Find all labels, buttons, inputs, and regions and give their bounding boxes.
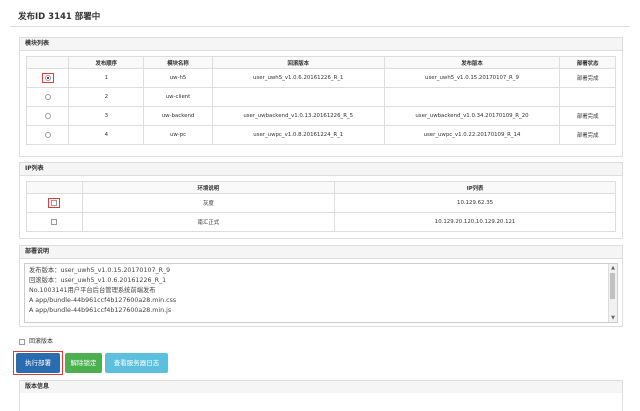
deploy-notes-panel: 部署说明 发布版本：user_uwh5_v1.0.15.20170107_R_9… xyxy=(19,245,623,327)
ip-addresses: 10.129.62.35 xyxy=(334,193,616,213)
module-rollback: user_uwh5_v1.0.6.20161226_R_1 xyxy=(211,68,385,88)
deploy-notes-heading: 部署说明 xyxy=(20,246,622,259)
module-col-rollback: 回滚版本 xyxy=(211,56,385,69)
module-col-name: 模块名称 xyxy=(143,56,213,69)
ip-col-env: 环境说明 xyxy=(81,181,336,194)
title-divider xyxy=(10,26,630,27)
module-rollback xyxy=(211,87,385,107)
ip-table-header: 环境说明 IP列表 xyxy=(26,181,616,194)
ip-env: 灰度 xyxy=(81,193,336,213)
ip-list-panel: IP列表 环境说明 IP列表 灰度 10.129.62.35 南汇正式 10.1… xyxy=(19,162,623,239)
module-radio[interactable] xyxy=(44,75,51,81)
module-radio[interactable] xyxy=(44,93,51,100)
selection-highlight xyxy=(48,198,61,208)
module-order: 2 xyxy=(68,87,145,107)
module-list-heading: 模块列表 xyxy=(20,38,622,51)
rollback-option[interactable]: 回滚版本 xyxy=(19,336,53,345)
ip-addresses: 10.129.20.120,10.129.20.121 xyxy=(334,212,616,232)
scroll-up-icon[interactable]: ▲ xyxy=(610,265,616,271)
module-radio[interactable] xyxy=(44,131,51,138)
scroll-thumb[interactable] xyxy=(610,273,615,299)
notes-line: 回滚版本：user_uwh5_v1.0.6.20161226_R_1 xyxy=(29,277,167,284)
table-row: 南汇正式 10.129.20.120,10.129.20.121 xyxy=(26,212,616,232)
module-col-status: 部署状态 xyxy=(559,56,616,69)
module-radio[interactable] xyxy=(44,112,51,119)
module-name: uw-pc xyxy=(143,125,213,145)
ip-env: 南汇正式 xyxy=(81,212,336,232)
module-table-header: 发布顺序 模块名称 回滚版本 发布版本 部署状态 xyxy=(25,56,616,69)
ip-checkbox[interactable] xyxy=(51,200,58,206)
view-server-log-button[interactable]: 查看服务器日志 xyxy=(105,353,168,373)
module-release xyxy=(383,87,561,107)
selection-highlight xyxy=(41,73,54,83)
module-status xyxy=(559,87,616,107)
rollback-checkbox[interactable] xyxy=(19,338,25,345)
module-order: 1 xyxy=(68,68,145,88)
module-rollback: user_uwpc_v1.0.8.20161224_R_1 xyxy=(211,125,385,145)
unlock-button[interactable]: 解除锁定 xyxy=(65,353,102,373)
table-row: 灰度 10.129.62.35 xyxy=(26,193,616,213)
deploy-notes-textarea[interactable]: 发布版本：user_uwh5_v1.0.15.20170107_R_9 回滚版本… xyxy=(24,263,618,323)
module-status: 部署完成 xyxy=(559,125,616,145)
module-table: 发布顺序 模块名称 回滚版本 发布版本 部署状态 1 uw-h5 user_uw… xyxy=(25,56,616,145)
table-row: 1 uw-h5 user_uwh5_v1.0.6.20161226_R_1 us… xyxy=(25,68,616,88)
module-name: uw-client xyxy=(143,87,213,107)
module-col-select xyxy=(25,56,70,69)
ip-col-ips: IP列表 xyxy=(334,181,616,194)
table-row: 2 uw-client xyxy=(25,87,616,107)
module-order: 3 xyxy=(68,106,145,126)
notes-line: A app/bundle-44b961ccf4b127600a28.min.js xyxy=(29,307,172,314)
execute-deploy-button[interactable]: 执行部署 xyxy=(16,353,60,373)
version-info-heading: 版本信息 xyxy=(20,381,622,393)
module-col-release: 发布版本 xyxy=(383,56,561,69)
module-col-order: 发布顺序 xyxy=(68,56,145,69)
module-release: user_uwh5_v1.0.15.20170107_R_9 xyxy=(383,68,561,88)
notes-line: A app/bundle-44b961ccf4b127600a28.min.cs… xyxy=(29,297,177,304)
module-name: uw-backend xyxy=(143,106,213,126)
ip-col-select xyxy=(26,181,83,194)
module-release: user_uwbackend_v1.0.34.20170109_R_20 xyxy=(383,106,561,126)
module-order: 4 xyxy=(68,125,145,145)
table-row: 3 uw-backend user_uwbackend_v1.0.13.2016… xyxy=(25,106,616,126)
notes-line: No.1003141用户平台后台管理系统前端发布 xyxy=(29,287,156,294)
module-status: 部署完成 xyxy=(559,106,616,126)
module-name: uw-h5 xyxy=(143,68,213,88)
table-row: 4 uw-pc user_uwpc_v1.0.8.20161224_R_1 us… xyxy=(25,125,616,145)
notes-scrollbar[interactable]: ▲ ▼ xyxy=(608,264,617,322)
version-info-panel: 版本信息 xyxy=(19,380,623,411)
notes-line: 发布版本：user_uwh5_v1.0.15.20170107_R_9 xyxy=(29,267,171,274)
module-rollback: user_uwbackend_v1.0.13.20161226_R_5 xyxy=(211,106,385,126)
ip-table: 环境说明 IP列表 灰度 10.129.62.35 南汇正式 10.129.20… xyxy=(26,181,616,232)
page-title: 发布ID 3141 部署中 xyxy=(18,12,101,22)
module-list-panel: 模块列表 发布顺序 模块名称 回滚版本 发布版本 部署状态 1 uw-h5 us… xyxy=(19,37,623,157)
module-release: user_uwpc_v1.0.22.20170109_R_14 xyxy=(383,125,561,145)
ip-checkbox[interactable] xyxy=(51,218,58,225)
scroll-down-icon[interactable]: ▼ xyxy=(610,315,616,321)
rollback-label: 回滚版本 xyxy=(29,338,54,345)
ip-list-heading: IP列表 xyxy=(20,163,622,176)
module-status: 部署完成 xyxy=(559,68,616,88)
